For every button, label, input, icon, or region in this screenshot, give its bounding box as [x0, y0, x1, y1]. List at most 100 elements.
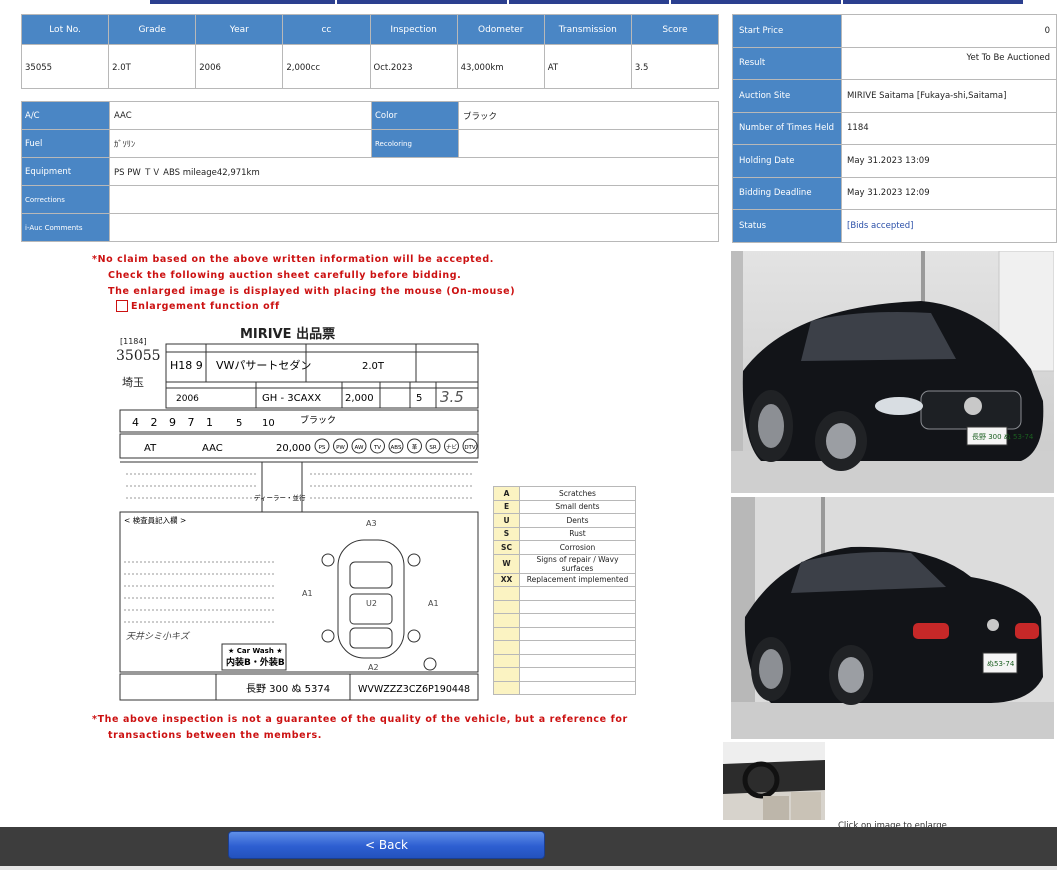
col-inspection: Inspection: [369, 14, 458, 45]
holding-date-label: Holding Date: [732, 144, 842, 178]
legend-code: [493, 613, 520, 628]
legend-desc: Small dents: [519, 499, 636, 514]
col-score: Score: [630, 14, 720, 45]
legend-desc: [519, 680, 636, 695]
nav-tab[interactable]: [671, 0, 841, 4]
start-price-value: 0: [841, 14, 1057, 48]
legend-desc: Replacement implemented: [519, 572, 636, 587]
recoloring-label: Recoloring: [371, 129, 459, 158]
legend-desc: [519, 586, 636, 601]
legend-code: [493, 626, 520, 641]
col-cc: cc: [282, 14, 371, 45]
comments-value: [109, 213, 719, 242]
sheet-equip-label: TV: [373, 445, 381, 451]
nav-tab[interactable]: [509, 0, 669, 4]
result-value: Yet To Be Auctioned: [841, 46, 1057, 80]
color-label: Color: [371, 101, 459, 130]
legend-desc: Signs of repair / Wavy surfaces: [519, 553, 636, 574]
bottom-strip: [0, 866, 1057, 870]
fuel-label: Fuel: [21, 129, 110, 158]
svg-text:U2: U2: [366, 599, 377, 608]
status-label: Status: [732, 209, 842, 243]
notice-on-mouse: The enlarged image is displayed with pla…: [108, 286, 516, 297]
back-button[interactable]: < Back: [228, 831, 545, 859]
col-transmission: Transmission: [543, 14, 632, 45]
col-odometer: Odometer: [456, 14, 545, 45]
legend-row: SC Corrosion: [493, 540, 636, 555]
nav-tab[interactable]: [843, 0, 1023, 4]
enlargement-label[interactable]: Enlargement function off: [131, 301, 280, 312]
sheet-plate: 長野 300 ぬ 5374: [246, 683, 330, 695]
status-value[interactable]: [Bids accepted]: [841, 209, 1057, 243]
color-value: ブラック: [458, 101, 719, 130]
legend-desc: Rust: [519, 526, 636, 541]
lot-header-row: Lot No. Grade Year cc Inspection Odomete…: [20, 14, 720, 45]
inspection-value: Oct.2023: [369, 44, 458, 89]
svg-text:A2: A2: [368, 663, 379, 672]
lot-value-row: 35055 2.0T 2006 2,000cc Oct.2023 43,000k…: [20, 44, 720, 89]
sheet-carwash-grade: 内装B・外装B: [226, 656, 285, 668]
legend-desc: Corrosion: [519, 540, 636, 555]
sheet-seats: 5: [236, 418, 242, 429]
corrections-value: [109, 185, 719, 214]
sheet-chassis: GH - 3CAXX: [262, 393, 321, 404]
legend-code: E: [493, 499, 520, 514]
enlargement-checkbox[interactable]: [116, 300, 128, 312]
odometer-value: 43,000km: [456, 44, 545, 89]
result-label: Result: [732, 46, 842, 80]
col-year: Year: [195, 14, 284, 45]
plate-front: 長野 300 ぬ 53-74: [972, 433, 1034, 441]
sheet-color: ブラック: [300, 414, 336, 426]
vehicle-photo-rear[interactable]: ぬ53-74: [731, 497, 1054, 739]
legend-code: S: [493, 526, 520, 541]
times-held-value: 1184: [841, 111, 1057, 145]
legend-desc: [519, 613, 636, 628]
sheet-equip-label: DTV: [464, 445, 476, 451]
legend-code: U: [493, 513, 520, 528]
sheet-session: [1184]: [120, 337, 147, 346]
col-grade: Grade: [108, 14, 197, 45]
sheet-grade: 2.0T: [362, 361, 385, 372]
vehicle-spec-table: A/C AAC Color ブラック Fuel ｶﾞｿﾘﾝ Recoloring…: [21, 101, 719, 242]
equipment-label: Equipment: [21, 157, 110, 186]
nav-tab[interactable]: [337, 0, 507, 4]
sheet-dealer: ディーラー・並行: [254, 493, 306, 502]
bidding-deadline-value: May 31.2023 12:09: [841, 176, 1057, 210]
legend-row: U Dents: [493, 513, 636, 528]
legend-row: [493, 626, 636, 641]
svg-text:A1: A1: [302, 589, 313, 598]
sheet-equip-label: 革: [412, 443, 418, 451]
sheet-price: 20,000: [276, 443, 311, 454]
sheet-year: 2006: [176, 394, 199, 404]
legend-code: [493, 680, 520, 695]
col-lot-no: Lot No.: [20, 14, 110, 45]
ac-value: AAC: [109, 101, 372, 130]
sheet-carwash: ★ Car Wash ★: [228, 647, 283, 655]
lot-no-value: 35055: [20, 44, 110, 89]
legend-row: XX Replacement implemented: [493, 572, 636, 587]
sheet-doors: 5: [416, 393, 422, 404]
legend-code: [493, 667, 520, 682]
legend-code: [493, 640, 520, 655]
sheet-score: 3.5: [440, 388, 464, 406]
vehicle-photo-interior-thumbnail[interactable]: [723, 742, 825, 820]
lot-summary-table: Lot No. Grade Year cc Inspection Odomete…: [20, 14, 720, 89]
legend-row: [493, 586, 636, 601]
holding-date-value: May 31.2023 13:09: [841, 144, 1057, 178]
legend-code: XX: [493, 572, 520, 587]
sheet-equip-label: PW: [336, 445, 345, 451]
start-price-label: Start Price: [732, 14, 842, 48]
auction-sheet-image[interactable]: MIRIVE 出品票 [1184] 35055 埼玉 H18 9 VWパサートセ…: [116, 322, 480, 704]
svg-text:A1: A1: [428, 599, 439, 608]
sheet-vin: WVWZZZ3CZ6P190448: [358, 684, 470, 695]
grade-value: 2.0T: [108, 44, 197, 89]
legend-code: [493, 599, 520, 614]
sheet-equip-label: SR: [429, 445, 436, 451]
notice-check-sheet: Check the following auction sheet carefu…: [108, 270, 462, 281]
legend-desc: [519, 640, 636, 655]
legend-desc: [519, 626, 636, 641]
vehicle-photo-front[interactable]: 長野 300 ぬ 53-74: [731, 251, 1054, 493]
nav-tab[interactable]: [150, 0, 335, 4]
legend-row: [493, 640, 636, 655]
auction-site-label: Auction Site: [732, 79, 842, 113]
